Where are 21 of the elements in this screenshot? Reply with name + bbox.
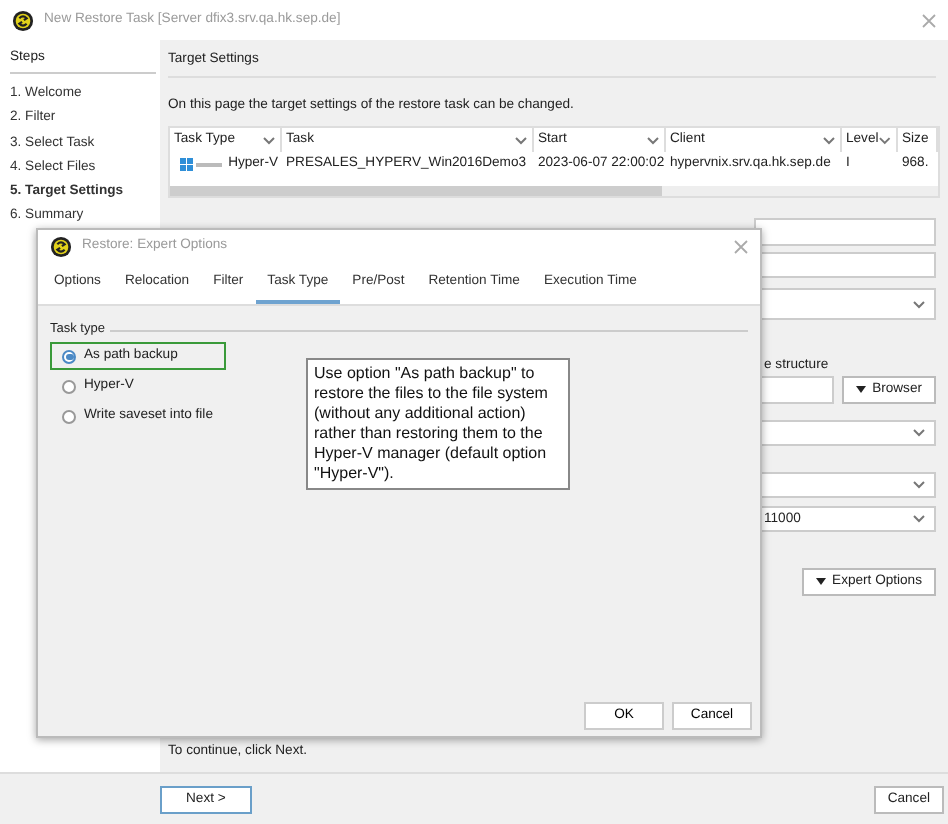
dropdown-arrow-icon [856, 386, 867, 394]
radio-button[interactable] [62, 409, 76, 423]
close-icon[interactable] [734, 239, 748, 253]
input-field[interactable] [754, 218, 936, 246]
app-logo-icon [12, 9, 34, 31]
tooltip: Use option "As path backup" to restore the files to the file system (without any additional action) rather than restoring them to the Hyper-V manager (default option "Hyper-V"). [306, 358, 570, 490]
radio-button[interactable] [62, 379, 76, 393]
chevron-icon [912, 514, 926, 524]
chevron-icon [514, 135, 528, 145]
dropdown-arrow-icon [816, 578, 827, 586]
hyperv-logo-icon [180, 157, 225, 171]
chevron-icon [822, 135, 836, 145]
chevron-icon [912, 480, 926, 490]
app-logo-icon [50, 235, 72, 257]
chevron-icon [912, 299, 926, 309]
radio-button[interactable] [62, 349, 76, 363]
chevron-icon [646, 135, 660, 145]
close-icon[interactable] [922, 13, 936, 27]
chevron-icon [878, 135, 892, 145]
chevron-icon [262, 135, 276, 145]
chevron-icon [912, 428, 926, 438]
